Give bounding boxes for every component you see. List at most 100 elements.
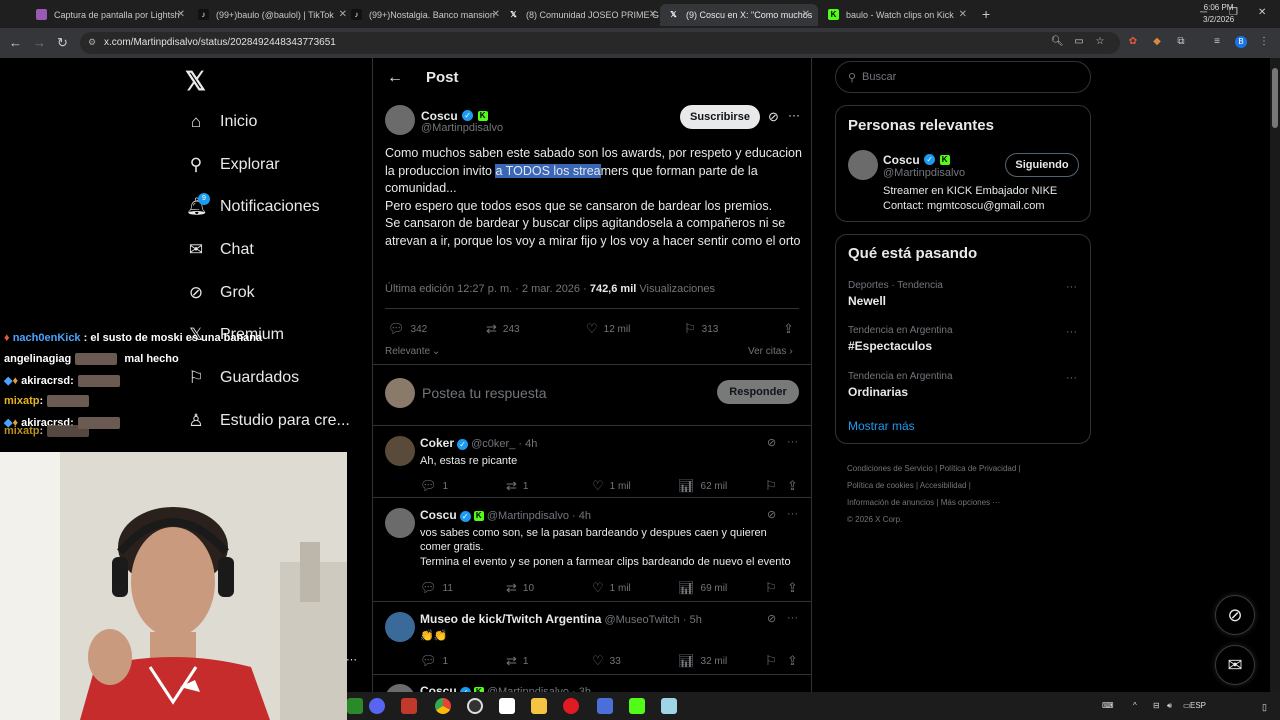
- back-arrow-icon[interactable]: ←: [387, 69, 403, 87]
- cast-icon[interactable]: ▭: [1073, 36, 1085, 48]
- author-handle[interactable]: @Martinpdisalvo: [421, 122, 503, 134]
- repost-action[interactable]: ⇄ 1: [506, 478, 528, 494]
- more-options-icon[interactable]: ···: [1066, 326, 1077, 338]
- footer-link[interactable]: Política de cookies: [847, 481, 914, 490]
- bookmark-action[interactable]: ⚐: [765, 580, 783, 596]
- grok-icon[interactable]: ⊘: [767, 508, 776, 521]
- close-window-icon[interactable]: ✕: [1258, 7, 1266, 18]
- like-action[interactable]: ♡ 33: [592, 653, 621, 669]
- discord-icon[interactable]: [369, 698, 385, 714]
- reply-input[interactable]: Postea tu respuesta: [422, 385, 547, 401]
- chevron-up-icon[interactable]: ^: [1133, 701, 1137, 710]
- avatar[interactable]: [385, 436, 415, 466]
- reply-handle[interactable]: @c0ker_: [471, 438, 515, 450]
- reply-author[interactable]: Coscu: [420, 508, 457, 522]
- nav-item-notifications[interactable]: 🔔︎ 9 Notificaciones: [186, 192, 320, 222]
- repost-action[interactable]: ⇄ 1: [506, 653, 528, 669]
- views-action[interactable]: 📊︎ 69 mil: [678, 580, 727, 596]
- reply-author[interactable]: Museo de kick/Twitch Argentina: [420, 612, 601, 626]
- reply-handle[interactable]: @Martinpdisalvo: [487, 510, 569, 522]
- reply-time[interactable]: · 4h: [518, 438, 537, 450]
- nav-item-grok[interactable]: ⊘ Grok: [186, 278, 255, 308]
- avatar[interactable]: [385, 105, 415, 135]
- close-tab-icon[interactable]: ✕: [802, 9, 810, 20]
- reply-action[interactable]: 💬︎ 1: [420, 478, 448, 494]
- x-logo-icon[interactable]: 𝕏: [185, 66, 206, 97]
- subscribe-button[interactable]: Suscribirse: [680, 105, 760, 129]
- view-quotes-link[interactable]: Ver citas ›: [748, 346, 793, 357]
- close-tab-icon[interactable]: ✕: [492, 9, 500, 20]
- app-icon[interactable]: [597, 698, 613, 714]
- menu-icon[interactable]: ⋮: [1258, 36, 1270, 48]
- chrome-icon[interactable]: [435, 698, 451, 714]
- nav-item-explore[interactable]: ⚲ Explorar: [186, 150, 280, 180]
- more-options-link[interactable]: Más opciones ···: [941, 498, 1001, 507]
- share-action[interactable]: ⇪: [783, 321, 800, 337]
- close-tab-icon[interactable]: ✕: [177, 9, 185, 20]
- network-icon[interactable]: ⊟: [1153, 701, 1160, 710]
- profile-avatar[interactable]: B: [1235, 36, 1247, 48]
- like-action[interactable]: ♡ 1 mil: [592, 580, 631, 596]
- share-action[interactable]: ⇪: [787, 653, 804, 669]
- like-action[interactable]: ♡ 12 mil: [586, 321, 630, 337]
- site-info-icon[interactable]: ⚙: [88, 37, 96, 48]
- person-handle[interactable]: @Martinpdisalvo: [883, 167, 965, 179]
- browser-tab[interactable]: K baulo - Watch clips on Kick ✕: [820, 4, 975, 26]
- reply-author[interactable]: Coker: [420, 436, 454, 450]
- reading-list-icon[interactable]: ≡: [1211, 36, 1223, 48]
- obs-icon[interactable]: [467, 698, 483, 714]
- reply-action[interactable]: 💬︎ 1: [420, 653, 448, 669]
- avatar[interactable]: [385, 508, 415, 538]
- edited-timestamp[interactable]: Última edición 12:27 p. m. · 2 mar. 2026…: [385, 283, 587, 295]
- more-options-icon[interactable]: ···: [787, 508, 798, 520]
- grok-icon[interactable]: ⊘: [767, 612, 776, 625]
- close-tab-icon[interactable]: ✕: [649, 9, 657, 20]
- app-icon[interactable]: [499, 698, 515, 714]
- app-icon[interactable]: [661, 698, 677, 714]
- avatar[interactable]: [385, 612, 415, 642]
- views-action[interactable]: 📊︎ 32 mil: [678, 653, 727, 669]
- browser-tab[interactable]: ♪ (99+)Nostalgia. Banco mansion ✕: [343, 4, 508, 26]
- reply-button[interactable]: Responder: [717, 380, 799, 404]
- nav-item-studio[interactable]: ♙ Estudio para cre...: [186, 406, 349, 436]
- search-input[interactable]: Buscar: [862, 71, 896, 83]
- more-options-icon[interactable]: ···: [787, 612, 798, 624]
- nav-item-chat[interactable]: ✉ Chat: [186, 235, 254, 265]
- new-tab-button[interactable]: +: [982, 6, 990, 22]
- reply-action[interactable]: 💬︎ 11: [420, 580, 453, 596]
- reply-time[interactable]: · 4h: [572, 510, 591, 522]
- star-icon[interactable]: ☆: [1094, 36, 1106, 48]
- bookmark-action[interactable]: ⚐: [765, 653, 783, 669]
- more-options-icon[interactable]: ···: [1066, 372, 1077, 384]
- author-name[interactable]: Coscu: [421, 109, 458, 123]
- show-more-link[interactable]: Mostrar más: [848, 419, 915, 433]
- sort-dropdown[interactable]: Relevante ⌄: [385, 346, 440, 357]
- reply-action[interactable]: 💬︎ 342: [388, 321, 427, 337]
- browser-tab[interactable]: Captura de pantalla por Lightsh ✕: [28, 4, 193, 26]
- language-indicator[interactable]: ESP: [1190, 701, 1206, 710]
- extension-icon[interactable]: ◆: [1151, 36, 1163, 48]
- forward-icon[interactable]: →: [33, 35, 46, 50]
- volume-icon[interactable]: 🔊︎: [1167, 701, 1172, 711]
- close-tab-icon[interactable]: ✕: [959, 9, 967, 20]
- messages-floating-button[interactable]: ✉: [1215, 645, 1255, 685]
- notification-center-icon[interactable]: ▯: [1262, 702, 1267, 713]
- folder-icon[interactable]: [531, 698, 547, 714]
- person-name[interactable]: Coscu: [883, 153, 920, 167]
- following-button[interactable]: Siguiendo: [1005, 153, 1079, 177]
- page-scrollbar[interactable]: [1270, 58, 1280, 692]
- more-options-icon[interactable]: ···: [1066, 281, 1077, 293]
- back-icon[interactable]: ←: [9, 35, 22, 50]
- search-box[interactable]: ⚲ Buscar: [835, 61, 1091, 93]
- grok-icon[interactable]: ⊘: [767, 436, 776, 449]
- like-action[interactable]: ♡ 1 mil: [592, 478, 631, 494]
- footer-link[interactable]: Accesibilidad: [920, 481, 967, 490]
- footer-link[interactable]: Información de anuncios: [847, 498, 934, 507]
- avatar[interactable]: [848, 150, 878, 180]
- opera-icon[interactable]: [563, 698, 579, 714]
- views-action[interactable]: 📊︎ 62 mil: [678, 478, 727, 494]
- nav-item-home[interactable]: ⌂ Inicio: [186, 107, 258, 137]
- reply-handle[interactable]: @MuseoTwitch: [604, 614, 679, 626]
- voice-app-icon[interactable]: [401, 698, 417, 714]
- grok-icon[interactable]: ⊘: [768, 109, 779, 125]
